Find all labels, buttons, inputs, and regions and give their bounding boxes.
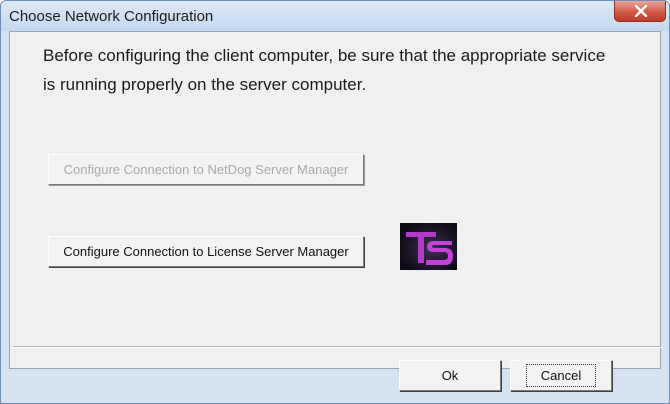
cancel-button[interactable]: Cancel — [510, 360, 612, 391]
window-title: Choose Network Configuration — [9, 8, 214, 25]
cancel-label: Cancel — [525, 364, 597, 387]
ok-button[interactable]: Ok — [399, 360, 501, 391]
close-icon — [634, 5, 648, 17]
configure-license-button[interactable]: Configure Connection to License Server M… — [48, 236, 364, 267]
message-line-2: is running properly on the server comput… — [43, 75, 367, 94]
ts-logo-icon — [400, 223, 457, 270]
message-line-1: Before configuring the client computer, … — [43, 46, 606, 65]
configure-license-label: Configure Connection to License Server M… — [63, 244, 349, 259]
dialog-window: Choose Network Configuration Before conf… — [0, 0, 670, 404]
configure-netdog-label: Configure Connection to NetDog Server Ma… — [63, 162, 349, 177]
configure-netdog-button[interactable]: Configure Connection to NetDog Server Ma… — [48, 154, 364, 185]
info-message: Before configuring the client computer, … — [43, 41, 633, 99]
ok-label: Ok — [441, 368, 459, 383]
footer-divider — [13, 346, 661, 348]
close-button[interactable] — [614, 1, 666, 22]
title-bar[interactable]: Choose Network Configuration — [1, 1, 669, 31]
